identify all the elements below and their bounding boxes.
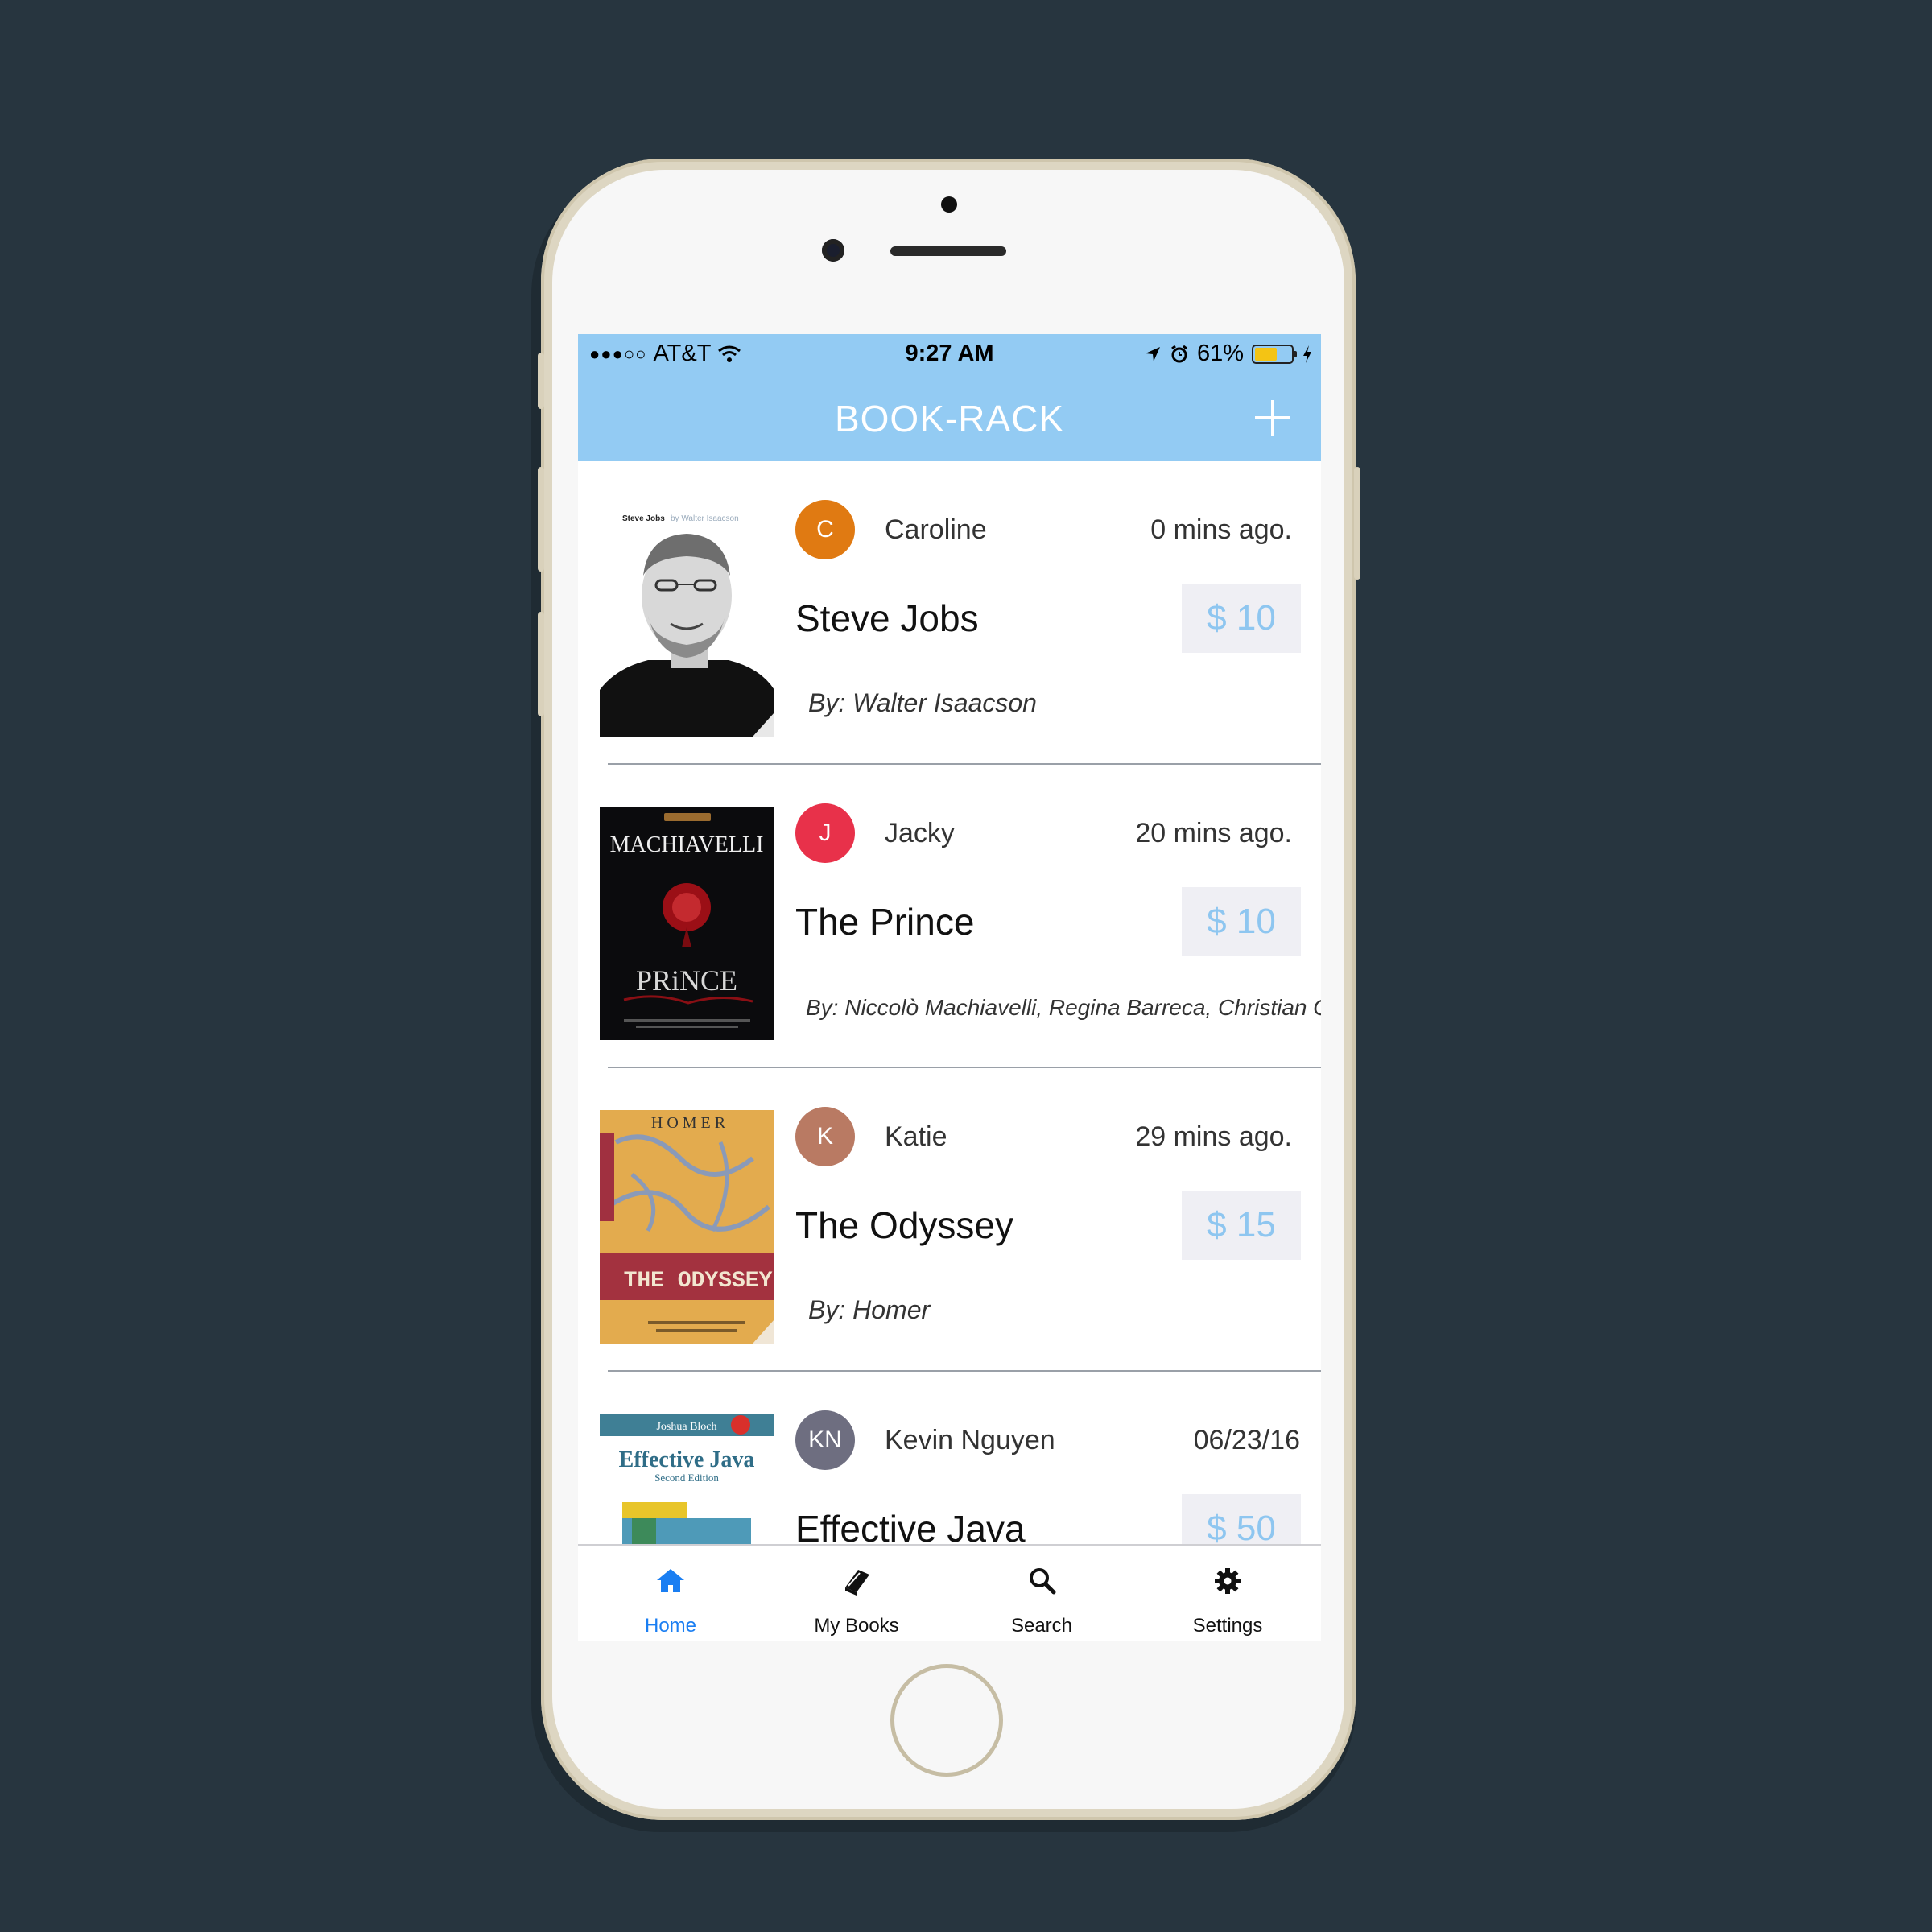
- book-cover-the-odyssey: H O M E R THE ODYSSEY: [600, 1110, 774, 1344]
- tab-home[interactable]: Home: [578, 1546, 763, 1641]
- avatar: C: [795, 500, 855, 559]
- book-title: The Prince: [795, 901, 975, 943]
- tab-search[interactable]: Search: [949, 1546, 1134, 1641]
- proximity-sensor: [941, 196, 957, 213]
- tab-label: Settings: [1192, 1615, 1263, 1637]
- cover-author-text: Joshua Bloch: [656, 1421, 716, 1433]
- avatar: J: [795, 803, 855, 863]
- list-item[interactable]: MACHIAVELLI PRiNCE J Jacky 20 mins ago. …: [578, 765, 1321, 1068]
- tab-settings[interactable]: Settings: [1135, 1546, 1320, 1641]
- tab-label: My Books: [814, 1615, 899, 1637]
- cover-title-text: THE ODYSSEY: [624, 1269, 773, 1294]
- books-icon: [845, 1570, 869, 1596]
- posted-time: 06/23/16: [1193, 1425, 1300, 1455]
- posted-time: 20 mins ago.: [1135, 818, 1292, 848]
- posted-time: 29 mins ago.: [1135, 1121, 1292, 1152]
- book-title: The Odyssey: [795, 1204, 1013, 1246]
- battery-icon: [1252, 344, 1297, 364]
- status-bar: ●●●○○ AT&T 9:27 AM 61%: [578, 334, 1321, 374]
- front-camera: [822, 239, 844, 262]
- tab-bar: Home My Books Search Settings: [578, 1544, 1321, 1641]
- status-right-group: 61%: [1144, 341, 1313, 367]
- price-badge[interactable]: $ 15: [1182, 1191, 1301, 1260]
- list-item[interactable]: H O M E R THE ODYSSEY K Katie 29 mins ag…: [578, 1068, 1321, 1372]
- seller-name: Katie: [885, 1121, 947, 1152]
- app-screen: ●●●○○ AT&T 9:27 AM 61% BOOK-RACK Steve J…: [578, 334, 1321, 1641]
- cover-subtitle-text: Second Edition: [654, 1472, 719, 1484]
- earpiece-speaker: [890, 246, 1006, 256]
- list-item[interactable]: Steve Jobs by Walter Isaacson C Caroline…: [578, 461, 1321, 765]
- steve-jobs-portrait: Steve Jobs by Walter Isaacson: [600, 503, 774, 737]
- book-title: Steve Jobs: [795, 597, 979, 639]
- book-list[interactable]: Steve Jobs by Walter Isaacson C Caroline…: [578, 461, 1321, 1641]
- power-button: [1354, 467, 1360, 580]
- cover-title-text: Effective Java: [619, 1447, 755, 1472]
- cover-title-text: PRiNCE: [636, 964, 737, 997]
- battery-fill: [1255, 347, 1277, 361]
- mute-switch: [538, 353, 544, 409]
- home-hardware-button[interactable]: [890, 1664, 1003, 1777]
- book-author: By: Walter Isaacson: [808, 688, 1037, 717]
- tab-label: Search: [1010, 1615, 1073, 1637]
- cover-author-text: MACHIAVELLI: [610, 832, 764, 857]
- the-odyssey-cover-art: H O M E R THE ODYSSEY: [600, 1110, 774, 1344]
- price-badge[interactable]: $ 10: [1182, 584, 1301, 653]
- book-cover-steve-jobs: Steve Jobs by Walter Isaacson: [600, 503, 774, 737]
- seller-name: Jacky: [885, 818, 955, 848]
- cover-author-text: H O M E R: [651, 1114, 726, 1132]
- search-icon: [1030, 1568, 1056, 1595]
- avatar: K: [795, 1107, 855, 1166]
- svg-text:Steve Jobs: Steve Jobs: [622, 514, 665, 523]
- app-title: BOOK-RACK: [834, 398, 1065, 440]
- book-author: By: Niccolò Machiavelli, Regina Barreca,…: [806, 995, 1321, 1020]
- posted-time: 0 mins ago.: [1150, 514, 1292, 545]
- charging-bolt-icon: [1303, 345, 1311, 363]
- volume-down-button: [538, 612, 544, 716]
- gear-icon: [1215, 1568, 1241, 1594]
- volume-up-button: [538, 467, 544, 572]
- the-prince-cover-art: MACHIAVELLI PRiNCE: [600, 807, 774, 1040]
- add-book-button[interactable]: [1253, 398, 1292, 437]
- location-arrow-icon: [1145, 346, 1160, 361]
- svg-text:by Walter Isaacson: by Walter Isaacson: [671, 514, 739, 523]
- avatar: KN: [795, 1410, 855, 1470]
- home-icon: [657, 1569, 684, 1592]
- tab-label: Home: [644, 1615, 697, 1637]
- navigation-bar: BOOK-RACK: [578, 374, 1321, 461]
- seller-name: Caroline: [885, 514, 987, 545]
- book-cover-the-prince: MACHIAVELLI PRiNCE: [600, 807, 774, 1040]
- seller-name: Kevin Nguyen: [885, 1425, 1055, 1455]
- battery-percent: 61%: [1196, 341, 1244, 366]
- alarm-icon: [1171, 345, 1187, 362]
- price-badge[interactable]: $ 10: [1182, 887, 1301, 956]
- book-author: By: Homer: [808, 1295, 931, 1324]
- tab-my-books[interactable]: My Books: [764, 1546, 949, 1641]
